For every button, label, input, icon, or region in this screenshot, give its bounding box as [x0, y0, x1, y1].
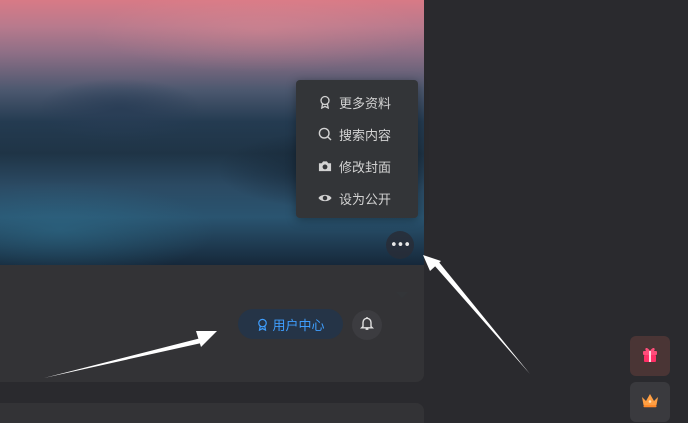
- eye-icon: [318, 191, 332, 205]
- more-icon: •••: [389, 237, 411, 253]
- user-center-button[interactable]: 用户中心: [238, 309, 343, 339]
- user-center-label: 用户中心: [272, 318, 325, 334]
- gift-button[interactable]: [630, 336, 670, 376]
- gift-icon: [640, 344, 660, 368]
- camera-icon: [318, 159, 332, 173]
- menu-pointer: [396, 292, 408, 298]
- arrow-to-more-button: [423, 255, 530, 374]
- menu-item-label: 设为公开: [339, 192, 392, 208]
- menu-item-search[interactable]: 搜索内容: [318, 124, 391, 144]
- menu-item-change-cover[interactable]: 修改封面: [318, 156, 391, 176]
- more-menu: 更多资料 搜索内容 修改封面 设为公开: [296, 80, 418, 298]
- menu-item-set-public[interactable]: 设为公开: [318, 188, 391, 208]
- crown-icon: [640, 390, 660, 414]
- search-icon: [318, 127, 332, 141]
- bell-icon: [360, 316, 374, 335]
- badge-icon: [318, 95, 332, 109]
- more-button[interactable]: •••: [386, 231, 414, 259]
- crown-button[interactable]: [630, 382, 670, 422]
- menu-item-label: 更多资料: [339, 96, 392, 112]
- badge-icon: [256, 318, 269, 331]
- menu-item-label: 搜索内容: [339, 128, 392, 144]
- content-card: [0, 403, 424, 423]
- notification-button[interactable]: [352, 310, 382, 340]
- menu-item-label: 修改封面: [339, 160, 392, 176]
- menu-item-more-info[interactable]: 更多资料: [318, 92, 391, 112]
